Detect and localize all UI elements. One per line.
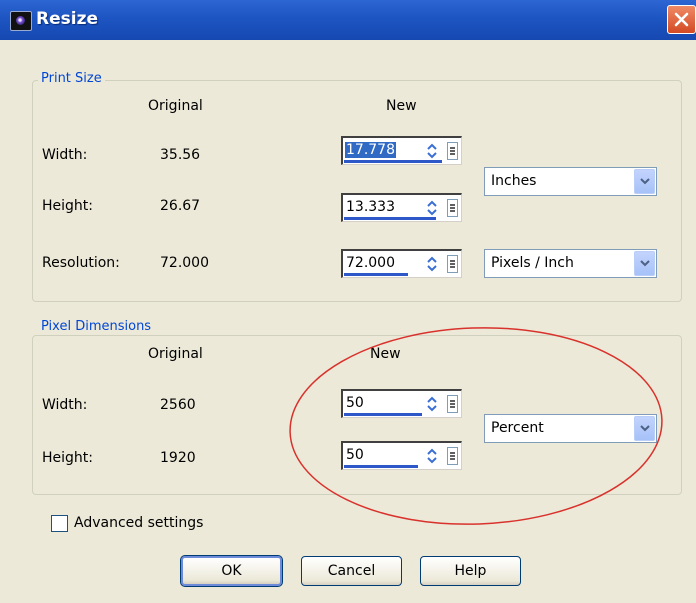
spin-arrows-icon[interactable]	[425, 199, 439, 217]
chevron-down-icon	[640, 425, 650, 432]
pixel-height-original: 1920	[160, 450, 196, 466]
print-width-value: 17.778	[345, 142, 396, 158]
resolution-units-dropdown-button[interactable]	[634, 251, 655, 276]
resize-dialog: Resize Print Size Original New Width: 35…	[0, 0, 696, 603]
dropdown-lines-icon	[450, 147, 455, 155]
spin-menu-button[interactable]	[447, 447, 458, 465]
spin-arrows-icon[interactable]	[425, 255, 439, 273]
print-units-select[interactable]: Inches	[484, 167, 657, 196]
dropdown-lines-icon	[450, 400, 455, 408]
spin-menu-button[interactable]	[447, 255, 458, 273]
pixel-units-value: Percent	[491, 420, 544, 436]
spin-menu-button[interactable]	[447, 199, 458, 217]
print-width-original: 35.56	[160, 147, 201, 163]
print-height-original: 26.67	[160, 198, 201, 214]
print-width-label: Width:	[42, 147, 88, 163]
resolution-original: 72.000	[160, 255, 209, 271]
close-icon	[674, 12, 689, 27]
print-size-title: Print Size	[38, 71, 105, 86]
pixel-height-label: Height:	[42, 450, 93, 466]
resolution-label: Resolution:	[42, 255, 120, 271]
print-height-slider-bar[interactable]	[344, 217, 436, 220]
chevron-down-icon	[640, 178, 650, 185]
dropdown-lines-icon	[450, 204, 455, 212]
spin-menu-button[interactable]	[447, 395, 458, 413]
print-original-header: Original	[148, 98, 203, 114]
title-bar[interactable]: Resize	[0, 0, 696, 41]
ok-button[interactable]: OK	[180, 555, 283, 587]
advanced-settings-label[interactable]: Advanced settings	[74, 515, 203, 531]
spin-arrows-icon[interactable]	[425, 395, 439, 413]
close-button[interactable]	[667, 5, 696, 34]
pixel-units-select[interactable]: Percent	[484, 414, 657, 443]
pixel-width-slider-bar[interactable]	[344, 413, 422, 416]
print-width-slider-bar[interactable]	[344, 160, 442, 163]
resolution-slider-bar[interactable]	[344, 273, 408, 276]
print-height-input[interactable]: 13.333	[341, 193, 462, 222]
pixel-units-dropdown-button[interactable]	[634, 416, 655, 441]
spin-menu-button[interactable]	[447, 142, 458, 160]
pixel-original-header: Original	[148, 346, 203, 362]
print-units-dropdown-button[interactable]	[634, 169, 655, 194]
help-button[interactable]: Help	[420, 556, 521, 586]
print-units-value: Inches	[491, 173, 537, 189]
app-icon	[10, 11, 32, 31]
pixel-height-value: 50	[346, 447, 364, 463]
dropdown-lines-icon	[450, 452, 455, 460]
resolution-input[interactable]: 72.000	[341, 249, 462, 278]
dropdown-lines-icon	[450, 260, 455, 268]
chevron-down-icon	[640, 260, 650, 267]
window-title: Resize	[36, 9, 98, 29]
dialog-body: Print Size Original New Width: 35.56 17.…	[0, 40, 696, 603]
cancel-button[interactable]: Cancel	[301, 556, 402, 586]
print-height-label: Height:	[42, 198, 93, 214]
pixel-width-label: Width:	[42, 397, 88, 413]
print-height-value: 13.333	[346, 199, 395, 215]
pixel-dimensions-title: Pixel Dimensions	[38, 319, 155, 334]
print-width-input[interactable]: 17.778	[341, 136, 462, 165]
advanced-settings-checkbox[interactable]	[51, 515, 68, 532]
pixel-new-header: New	[370, 346, 401, 362]
resolution-value: 72.000	[346, 255, 395, 271]
spin-arrows-icon[interactable]	[425, 447, 439, 465]
pixel-width-input[interactable]: 50	[341, 389, 462, 418]
print-new-header: New	[386, 98, 417, 114]
spin-arrows-icon[interactable]	[425, 142, 439, 160]
pixel-height-input[interactable]: 50	[341, 441, 462, 470]
resolution-units-select[interactable]: Pixels / Inch	[484, 249, 657, 278]
resolution-units-value: Pixels / Inch	[491, 255, 574, 271]
pixel-width-original: 2560	[160, 397, 196, 413]
pixel-height-slider-bar[interactable]	[344, 465, 418, 468]
pixel-width-value: 50	[346, 395, 364, 411]
